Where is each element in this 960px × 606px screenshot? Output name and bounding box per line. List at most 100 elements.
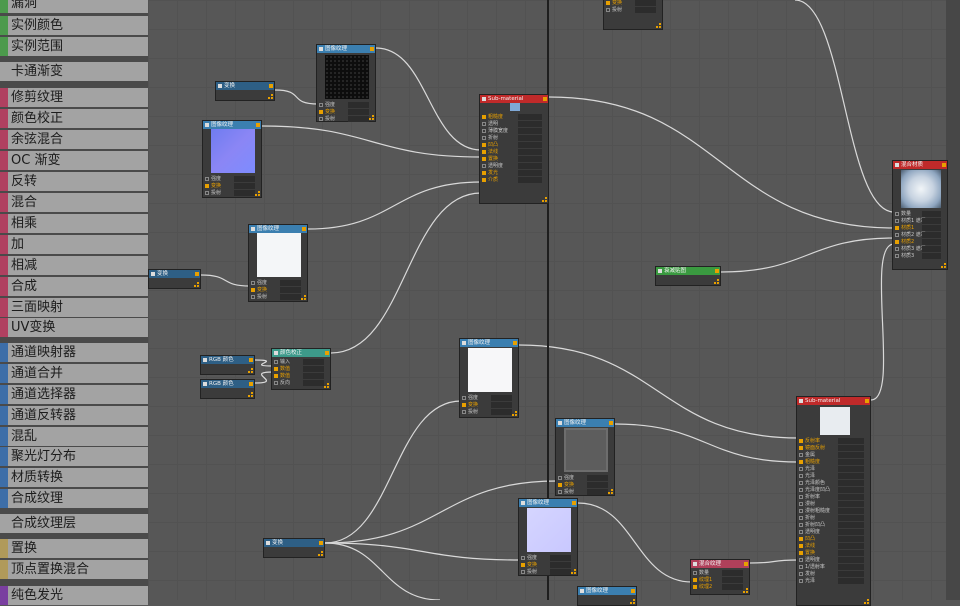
port-socket-icon[interactable]	[482, 128, 486, 133]
port-socket-icon[interactable]	[799, 522, 803, 527]
port-socket-icon[interactable]	[462, 402, 466, 407]
sidebar-item[interactable]: UV变换	[0, 318, 148, 337]
port-socket-icon[interactable]	[799, 494, 803, 499]
sidebar-item[interactable]: 置换	[0, 539, 148, 558]
sidebar-item[interactable]: 卡通渐变	[0, 62, 148, 81]
port-value-field[interactable]	[348, 116, 369, 122]
node-input-port[interactable]: 1/透射率	[799, 564, 868, 570]
port-socket-icon[interactable]	[693, 577, 697, 582]
node-input-port[interactable]: 漫射	[799, 501, 868, 507]
node-header[interactable]: 图像纹理	[317, 45, 375, 53]
node-resize-grip-icon[interactable]	[318, 551, 323, 556]
port-value-field[interactable]	[837, 438, 864, 444]
node-output-socket[interactable]	[513, 341, 517, 345]
sidebar-item[interactable]: 漏洞	[0, 0, 148, 13]
port-socket-icon[interactable]	[895, 211, 899, 216]
node-input-port[interactable]: 折射	[799, 515, 868, 521]
node-transform-c[interactable]: 变换	[263, 538, 325, 558]
node-input-port[interactable]: 法线	[799, 543, 868, 549]
node-header[interactable]: 混合材质	[893, 161, 947, 169]
port-socket-icon[interactable]	[606, 7, 610, 12]
node-input-port[interactable]: 漫射粗糙度	[799, 508, 868, 514]
node-input-port[interactable]: 材质1	[895, 225, 945, 231]
node-green-node[interactable]: 衰减贴图	[655, 266, 721, 286]
port-socket-icon[interactable]	[462, 409, 466, 414]
port-socket-icon[interactable]	[693, 584, 697, 589]
port-value-field[interactable]	[517, 163, 542, 169]
port-socket-icon[interactable]	[799, 466, 803, 471]
port-value-field[interactable]	[837, 494, 864, 500]
node-output-socket[interactable]	[543, 97, 547, 101]
node-img-noise[interactable]: 图像纹理 强度 变换 投射	[316, 44, 376, 122]
node-resize-grip-icon[interactable]	[941, 263, 946, 268]
node-input-port[interactable]: 粗糙度	[799, 459, 868, 465]
port-socket-icon[interactable]	[895, 232, 899, 237]
port-value-field[interactable]	[280, 294, 301, 300]
port-value-field[interactable]	[491, 409, 512, 415]
port-value-field[interactable]	[517, 156, 542, 162]
node-output-socket[interactable]	[609, 421, 613, 425]
node-header[interactable]: 图像纹理	[460, 339, 518, 347]
sidebar-item[interactable]: 三面映射	[0, 298, 148, 317]
node-img-dark[interactable]: 图像纹理 强度 变换 投射	[555, 418, 615, 496]
port-value-field[interactable]	[587, 489, 608, 495]
port-value-field[interactable]	[837, 515, 864, 521]
node-output-socket[interactable]	[865, 399, 869, 403]
node-input-port[interactable]: 光泽度凹凸	[799, 487, 868, 493]
port-socket-icon[interactable]	[799, 508, 803, 513]
port-value-field[interactable]	[303, 373, 324, 379]
port-socket-icon[interactable]	[799, 578, 803, 583]
node-img-white2[interactable]: 图像纹理 强度 变换 投射	[459, 338, 519, 418]
node-input-port[interactable]: 镜面反射	[799, 445, 868, 451]
node-collapse-icon[interactable]	[251, 227, 255, 231]
node-header[interactable]: 混合纹理	[691, 560, 749, 568]
node-img-mix[interactable]: 混合纹理 数量 纹理1 纹理2	[690, 559, 750, 595]
port-value-field[interactable]	[837, 480, 864, 486]
sidebar-item[interactable]: 实例颜色	[0, 16, 148, 35]
port-value-field[interactable]	[922, 232, 941, 238]
node-output-socket[interactable]	[744, 562, 748, 566]
node-output-socket[interactable]	[195, 272, 199, 276]
node-input-port[interactable]: 数值	[274, 366, 328, 372]
port-socket-icon[interactable]	[799, 515, 803, 520]
port-socket-icon[interactable]	[799, 543, 803, 548]
port-value-field[interactable]	[303, 359, 324, 365]
port-value-field[interactable]	[348, 102, 369, 108]
port-socket-icon[interactable]	[799, 536, 803, 541]
node-collapse-icon[interactable]	[693, 562, 697, 566]
node-header[interactable]: 图像纹理	[519, 499, 577, 507]
node-input-port[interactable]: 光泽	[799, 466, 868, 472]
port-value-field[interactable]	[587, 482, 608, 488]
node-layered[interactable]: 混合材质 数量 材质1 遮罩 材质1 材质2 遮罩 材质2 材质3 遮罩 材质3	[892, 160, 948, 270]
port-socket-icon[interactable]	[274, 373, 278, 378]
port-value-field[interactable]	[517, 128, 542, 134]
sidebar-item[interactable]: 实例范围	[0, 37, 148, 56]
port-value-field[interactable]	[517, 142, 542, 148]
node-resize-grip-icon[interactable]	[268, 94, 273, 99]
node-input-port[interactable]: 材质1 遮罩	[895, 218, 945, 224]
node-collapse-icon[interactable]	[205, 123, 209, 127]
port-value-field[interactable]	[837, 578, 864, 584]
port-value-field[interactable]	[922, 218, 941, 224]
port-value-field[interactable]	[722, 584, 743, 590]
sidebar-item[interactable]: 通道选择器	[0, 385, 148, 404]
port-socket-icon[interactable]	[895, 218, 899, 223]
node-input-port[interactable]: 变换	[521, 562, 575, 568]
port-value-field[interactable]	[303, 380, 324, 386]
port-socket-icon[interactable]	[799, 480, 803, 485]
node-header[interactable]: 变换	[264, 539, 324, 547]
node-input-port[interactable]: 强度	[558, 475, 612, 481]
port-value-field[interactable]	[837, 473, 864, 479]
node-header[interactable]: 颜色校正	[272, 349, 330, 357]
node-header[interactable]: 变换	[216, 82, 274, 90]
sidebar-item[interactable]: 合成纹理	[0, 489, 148, 508]
port-socket-icon[interactable]	[251, 287, 255, 292]
node-collapse-icon[interactable]	[895, 163, 899, 167]
node-input-port[interactable]: 变换	[251, 287, 305, 293]
port-value-field[interactable]	[234, 176, 255, 182]
node-output-socket[interactable]	[325, 351, 329, 355]
node-input-port[interactable]: 强度	[251, 280, 305, 286]
node-img-purple[interactable]: 图像纹理 强度 变换 投射	[518, 498, 578, 576]
node-input-port[interactable]: 投射	[319, 116, 373, 122]
node-collapse-icon[interactable]	[462, 341, 466, 345]
